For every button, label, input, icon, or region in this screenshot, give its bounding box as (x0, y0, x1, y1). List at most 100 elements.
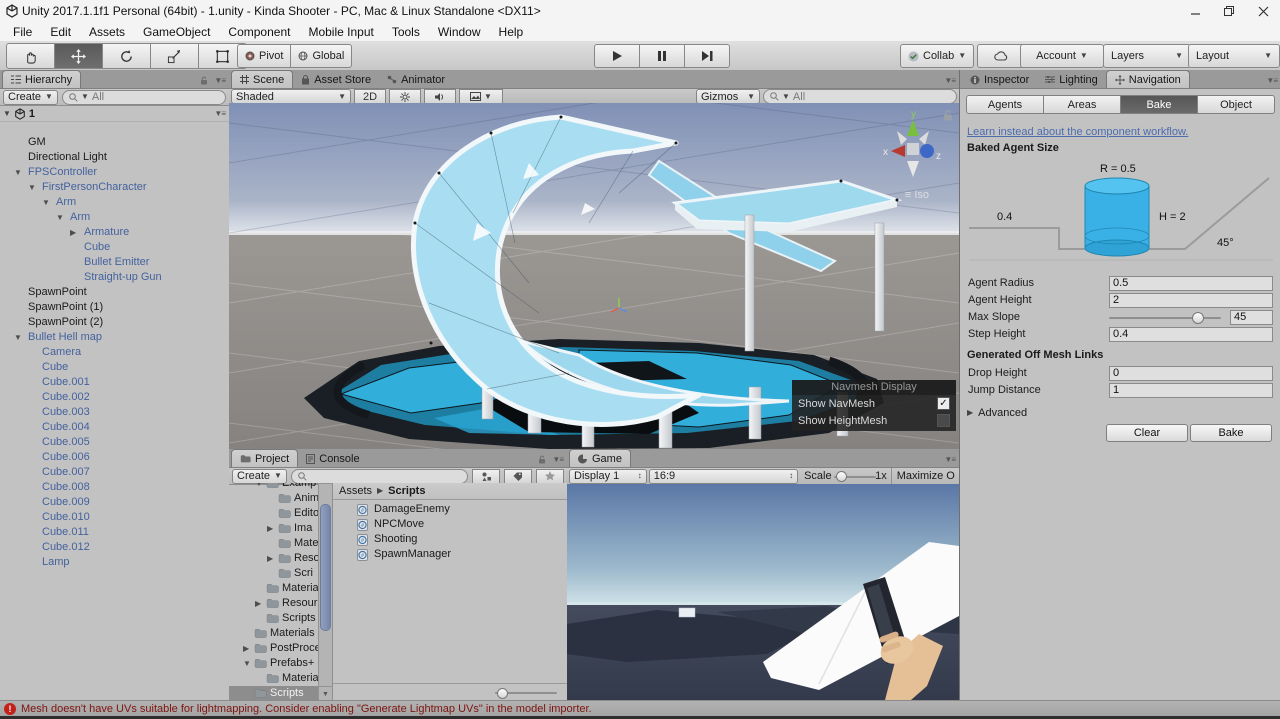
scene-panel-menu-icon[interactable]: ▼≡ (944, 76, 959, 88)
hierarchy-item[interactable]: Camera (0, 345, 229, 360)
hierarchy-item[interactable]: Cube.004 (0, 420, 229, 435)
hierarchy-item[interactable]: Lamp (0, 555, 229, 570)
hierarchy-item[interactable]: SpawnPoint (2) (0, 315, 229, 330)
restore-button[interactable] (1212, 1, 1246, 21)
script-asset-item[interactable]: #NPCMove (333, 517, 568, 532)
tab-project[interactable]: Project (231, 449, 298, 467)
foldout-arrow-icon[interactable]: ▶ (267, 521, 273, 536)
setting-value-field[interactable]: 0.4 (1109, 327, 1273, 342)
close-button[interactable] (1246, 1, 1280, 21)
hierarchy-item[interactable]: Cube.012 (0, 540, 229, 555)
project-folder-item[interactable]: Scripts (229, 611, 318, 626)
hierarchy-item[interactable]: Cube.006 (0, 450, 229, 465)
setting-value-field[interactable]: 2 (1109, 293, 1273, 308)
search-by-label-button[interactable] (504, 469, 532, 484)
slider-thumb[interactable] (1192, 312, 1204, 324)
foldout-arrow-icon[interactable]: ▼ (14, 330, 22, 345)
hierarchy-item[interactable]: Cube.003 (0, 405, 229, 420)
tab-hierarchy[interactable]: Hierarchy (2, 70, 81, 88)
menu-gameobject[interactable]: GameObject (134, 24, 219, 40)
scale-tool-button[interactable] (151, 43, 199, 69)
hand-tool-button[interactable] (6, 43, 55, 69)
project-folder-item[interactable]: ▶Reso (229, 551, 318, 566)
menu-component[interactable]: Component (219, 24, 299, 40)
hierarchy-item[interactable]: Cube.001 (0, 375, 229, 390)
menu-file[interactable]: File (4, 24, 41, 40)
foldout-arrow-icon[interactable]: ▼ (28, 180, 36, 195)
hierarchy-item[interactable]: ▼Arm (0, 195, 229, 210)
inspector-panel-menu-icon[interactable]: ▼≡ (1266, 76, 1280, 88)
project-tree-scrollbar[interactable] (318, 483, 333, 688)
hierarchy-item[interactable]: Cube.005 (0, 435, 229, 450)
game-viewport[interactable] (567, 484, 959, 700)
foldout-arrow-icon[interactable]: ▶ (267, 551, 273, 566)
max-slope-value-field[interactable]: 45 (1230, 310, 1273, 325)
project-folder-item[interactable]: Scri (229, 566, 318, 581)
aspect-ratio-dropdown[interactable]: 16:9↕ (649, 469, 798, 484)
scene-foldout-icon[interactable]: ▼ (3, 110, 11, 118)
project-lock-icon[interactable] (538, 455, 550, 467)
menu-edit[interactable]: Edit (41, 24, 80, 40)
script-asset-item[interactable]: #SpawnManager (333, 547, 568, 562)
advanced-foldout[interactable]: ▶ Advanced (967, 407, 1027, 419)
thumbnail-zoom-thumb[interactable] (497, 688, 508, 699)
subtab-bake[interactable]: Bake (1121, 95, 1198, 114)
2d-toggle-button[interactable]: 2D (354, 89, 386, 104)
iso-perspective-label[interactable]: ≡ Iso (905, 189, 929, 201)
project-folder-item[interactable]: Materia (229, 581, 318, 596)
scene-lock-icon[interactable] (943, 109, 953, 121)
play-button[interactable] (594, 44, 640, 68)
hierarchy-item[interactable]: GM (0, 135, 229, 150)
navmesh-checkbox[interactable] (937, 414, 950, 427)
scene-audio-toggle[interactable] (424, 89, 456, 104)
foldout-arrow-icon[interactable]: ▼ (255, 483, 263, 491)
minimize-button[interactable] (1178, 1, 1212, 21)
script-asset-item[interactable]: #Shooting (333, 532, 568, 547)
hierarchy-item[interactable]: ▼Bullet Hell map (0, 330, 229, 345)
hierarchy-search-input[interactable]: ▼All (62, 90, 226, 105)
clear-button[interactable]: Clear (1106, 424, 1188, 442)
account-dropdown[interactable]: Account▼ (1020, 44, 1104, 68)
subtab-object[interactable]: Object (1198, 95, 1275, 114)
foldout-arrow-icon[interactable]: ▼ (243, 656, 251, 671)
hierarchy-lock-icon[interactable] (200, 76, 212, 88)
collab-dropdown[interactable]: Collab▼ (900, 44, 974, 68)
hierarchy-item[interactable]: ▶Armature (0, 225, 229, 240)
layers-dropdown[interactable]: Layers▼ (1103, 44, 1191, 68)
navmesh-checkbox[interactable]: ✓ (937, 397, 950, 410)
favorites-button[interactable] (536, 469, 564, 484)
tab-game[interactable]: Game (569, 449, 631, 467)
global-toggle-button[interactable]: Global (291, 44, 352, 68)
setting-value-field[interactable]: 0.5 (1109, 276, 1273, 291)
hierarchy-item[interactable]: Cube.011 (0, 525, 229, 540)
tab-inspector[interactable]: Inspector (962, 71, 1037, 88)
cloud-button[interactable] (977, 44, 1025, 68)
bake-button[interactable]: Bake (1190, 424, 1272, 442)
component-workflow-link[interactable]: Learn instead about the component workfl… (967, 126, 1188, 138)
hierarchy-item[interactable]: Cube.010 (0, 510, 229, 525)
statusbar[interactable]: ! Mesh doesn't have UVs suitable for lig… (0, 700, 1280, 717)
hierarchy-item[interactable]: Cube (0, 360, 229, 375)
project-folder-item[interactable]: Edito (229, 506, 318, 521)
hierarchy-panel-menu-icon[interactable]: ▼≡ (214, 76, 229, 88)
foldout-arrow-icon[interactable]: ▼ (14, 165, 22, 180)
search-by-type-button[interactable] (472, 469, 500, 484)
scene-lighting-toggle[interactable] (389, 89, 421, 104)
tab-lighting[interactable]: Lighting (1037, 71, 1106, 88)
project-create-button[interactable]: Create▼ (232, 469, 287, 484)
subtab-areas[interactable]: Areas (1044, 95, 1121, 114)
hierarchy-item[interactable]: Bullet Emitter (0, 255, 229, 270)
hierarchy-item[interactable]: ▼FPSController (0, 165, 229, 180)
game-scale-slider[interactable] (834, 470, 874, 483)
max-slope-slider[interactable] (1109, 317, 1221, 319)
menu-window[interactable]: Window (429, 24, 490, 40)
rotate-tool-button[interactable] (103, 43, 151, 69)
hierarchy-item[interactable]: Cube.002 (0, 390, 229, 405)
scrollbar-thumb[interactable] (320, 504, 331, 631)
hierarchy-item[interactable]: ▼Arm (0, 210, 229, 225)
setting-value-field[interactable]: 0 (1109, 366, 1273, 381)
project-folder-item[interactable]: ▼Examp (229, 483, 318, 491)
gizmos-dropdown[interactable]: Gizmos▼ (696, 89, 760, 104)
display-dropdown[interactable]: Display 1↕ (569, 469, 647, 484)
step-button[interactable] (685, 44, 730, 68)
